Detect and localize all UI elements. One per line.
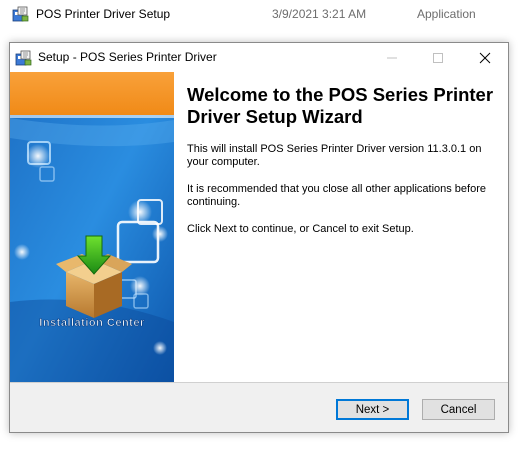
maximize-button[interactable] — [415, 43, 461, 72]
wizard-paragraph-next: Click Next to continue, or Cancel to exi… — [187, 223, 414, 235]
installer-icon — [15, 49, 33, 67]
cancel-button[interactable]: Cancel — [422, 399, 495, 420]
banner-label: Installation Center — [39, 317, 145, 329]
footer-divider — [10, 382, 508, 383]
file-list-row[interactable]: POS Printer Driver Setup 3/9/2021 3:21 A… — [0, 0, 523, 30]
setup-dialog: Setup - POS Series Printer Driver Instal… — [9, 42, 509, 433]
title-bar[interactable]: Setup - POS Series Printer Driver — [10, 43, 508, 72]
maximize-icon — [433, 52, 443, 63]
wizard-paragraph-install: This will install POS Series Printer Dri… — [187, 143, 482, 168]
wizard-banner-image: Installation Center — [10, 72, 174, 382]
file-date: 3/9/2021 3:21 AM — [272, 7, 367, 21]
window-title: Setup - POS Series Printer Driver — [38, 50, 217, 64]
wizard-content-panel: Welcome to the POS Series Printer Driver… — [174, 72, 508, 382]
minimize-button[interactable] — [369, 43, 415, 72]
next-button[interactable]: Next > — [336, 399, 409, 420]
close-icon — [479, 52, 491, 63]
wizard-heading: Welcome to the POS Series Printer Driver… — [187, 84, 494, 127]
minimize-icon — [387, 57, 397, 58]
file-name: POS Printer Driver Setup — [36, 7, 171, 21]
installer-icon — [12, 5, 30, 23]
file-type: Application — [417, 7, 476, 21]
wizard-paragraph-recommend: It is recommended that you close all oth… — [187, 183, 486, 208]
close-button[interactable] — [462, 43, 508, 72]
